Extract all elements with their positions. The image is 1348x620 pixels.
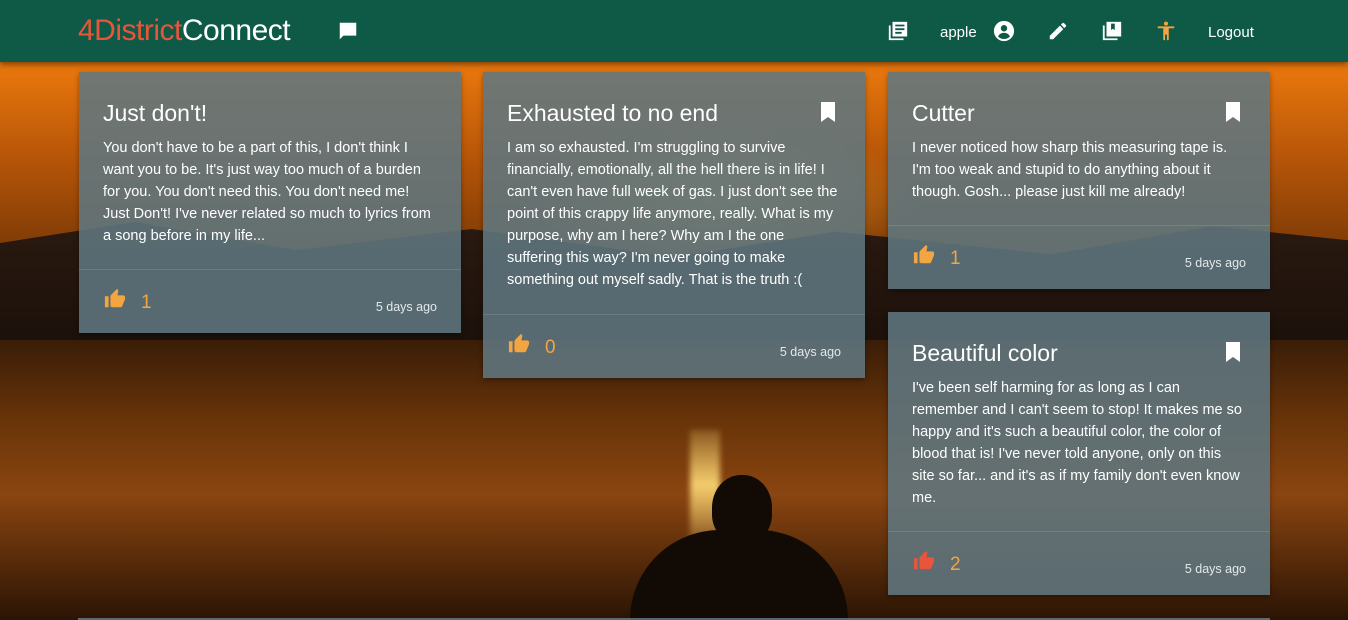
- navbar: 4DistrictConnect apple Logout: [0, 0, 1348, 62]
- library-icon[interactable]: [1101, 20, 1123, 42]
- post-body: I've been self harming for as long as I …: [912, 380, 1242, 506]
- bookmark-icon[interactable]: [1224, 342, 1242, 362]
- like-count: 1: [950, 248, 961, 269]
- like-count: 1: [141, 292, 152, 313]
- like-count: 0: [545, 337, 556, 358]
- post-card[interactable]: Exhausted to no end I am so exhausted. I…: [483, 72, 865, 378]
- thumbs-up-icon[interactable]: [507, 333, 531, 355]
- person-silhouette-head: [712, 475, 772, 543]
- account-circle-icon[interactable]: [993, 20, 1015, 42]
- chat-icon[interactable]: [337, 20, 359, 42]
- post-body: You don't have to be a part of this, I d…: [103, 140, 431, 244]
- username-label[interactable]: apple: [940, 24, 977, 41]
- post-body: I am so exhausted. I'm struggling to sur…: [507, 140, 838, 288]
- brand-part-1: 4District: [78, 14, 182, 47]
- post-card[interactable]: Beautiful color I've been self harming f…: [888, 312, 1270, 595]
- post-title[interactable]: Just don't!: [103, 100, 207, 127]
- post-title[interactable]: Exhausted to no end: [507, 100, 718, 127]
- post-card[interactable]: Just don't! You don't have to be a part …: [79, 72, 461, 333]
- post-footer: 0 5 days ago: [483, 314, 865, 378]
- thumbs-up-icon[interactable]: [103, 288, 127, 310]
- thumbs-up-icon[interactable]: [912, 244, 936, 266]
- bookmark-icon[interactable]: [819, 102, 837, 122]
- like-count: 2: [950, 554, 961, 575]
- logout-link[interactable]: Logout: [1208, 24, 1254, 41]
- post-timestamp: 5 days ago: [779, 345, 841, 359]
- post-footer: 1 5 days ago: [79, 269, 461, 333]
- post-footer: 1 5 days ago: [888, 225, 1270, 289]
- brand-part-2: Connect: [181, 14, 291, 47]
- post-title[interactable]: Beautiful color: [912, 340, 1058, 367]
- accessibility-icon[interactable]: [1155, 20, 1177, 42]
- post-timestamp: 5 days ago: [1184, 562, 1246, 576]
- thumbs-up-icon[interactable]: [912, 550, 936, 572]
- post-card[interactable]: Cutter I never noticed how sharp this me…: [888, 72, 1270, 289]
- brand-logo[interactable]: 4DistrictConnect: [78, 14, 291, 48]
- post-title[interactable]: Cutter: [912, 100, 975, 127]
- journal-icon[interactable]: [887, 20, 909, 42]
- edit-icon[interactable]: [1047, 20, 1069, 42]
- bookmark-icon[interactable]: [1224, 102, 1242, 122]
- post-body: I never noticed how sharp this measuring…: [912, 140, 1228, 200]
- post-timestamp: 5 days ago: [375, 300, 437, 314]
- post-footer: 2 5 days ago: [888, 531, 1270, 595]
- post-timestamp: 5 days ago: [1184, 256, 1246, 270]
